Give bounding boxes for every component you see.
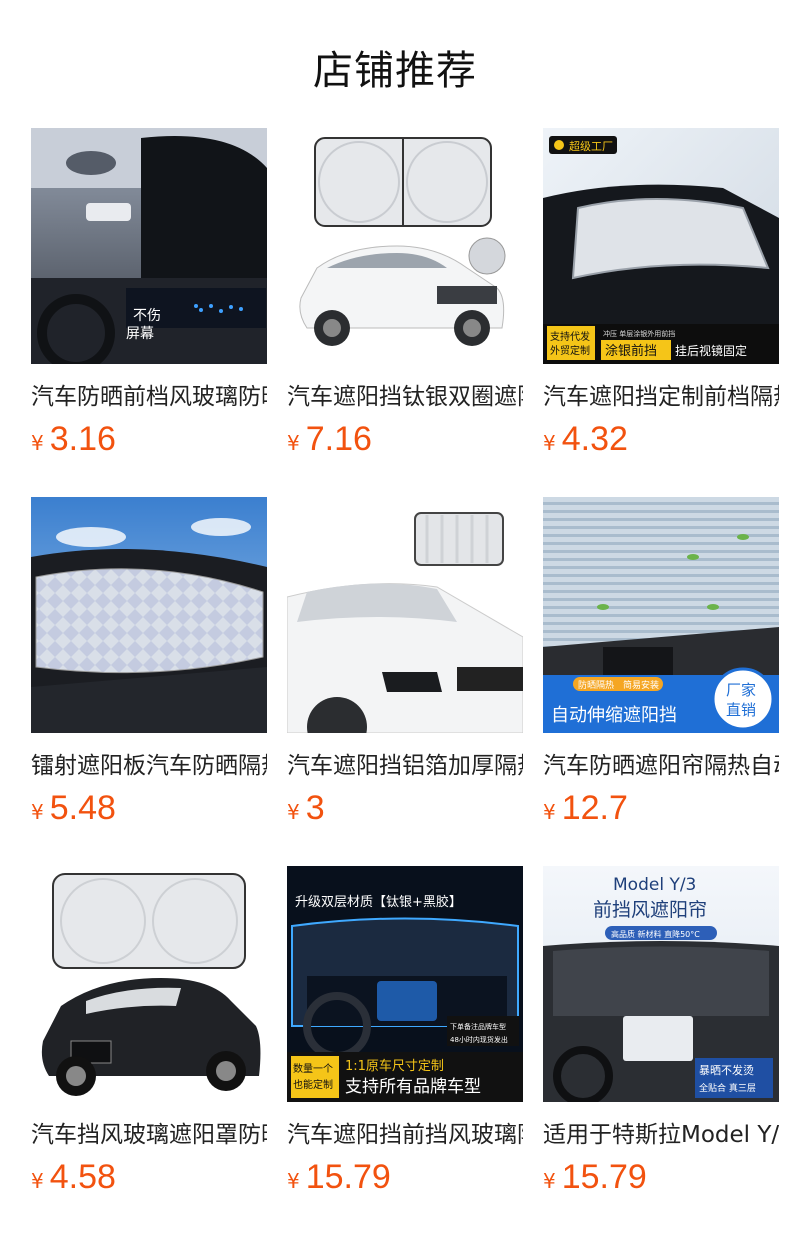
overlay-text: 挂后视镜固定 <box>675 343 747 358</box>
overlay-text: 前挡风遮阳帘 <box>593 899 707 921</box>
product-card[interactable]: 防晒隔热 简易安装 自动伸缩遮阳挡 厂家 直销 汽车防晒遮阳帘隔热自动伸缩 ¥1… <box>543 497 779 830</box>
product-name[interactable]: 汽车遮阳挡钛银双圈遮阳板 <box>287 381 523 413</box>
product-price: ¥4.32 <box>543 417 779 461</box>
overlay-text: 全贴合 真三层 <box>699 1082 756 1094</box>
overlay-text: 支持所有品牌车型 <box>345 1077 481 1097</box>
overlay-text: 超级工厂 <box>569 139 613 153</box>
price-amount: 3.16 <box>49 420 116 458</box>
product-price: ¥12.7 <box>543 786 779 830</box>
overlay-text: 48小时内现货发出 <box>450 1035 508 1044</box>
currency-symbol: ¥ <box>287 431 300 455</box>
overlay-text: 自动伸缩遮阳挡 <box>551 705 677 726</box>
product-price: ¥4.58 <box>31 1155 267 1199</box>
overlay-text: 也能定制 <box>293 1078 333 1091</box>
product-name[interactable]: 汽车防晒前档风玻璃防晒遮阳 <box>31 381 267 413</box>
currency-symbol: ¥ <box>31 800 44 824</box>
product-name[interactable]: 汽车防晒遮阳帘隔热自动伸缩 <box>543 750 779 782</box>
overlay-text: 1:1原车尺寸定制 <box>345 1058 444 1074</box>
overlay-text: 冲压 单层涂银外用前挡 <box>603 329 675 338</box>
price-amount: 15.79 <box>561 1158 647 1196</box>
overlay-text: 简易安装 <box>623 679 659 691</box>
price-amount: 3 <box>305 789 325 827</box>
price-amount: 4.32 <box>561 420 628 458</box>
currency-symbol: ¥ <box>543 800 556 824</box>
product-image[interactable]: 不伤 屏幕 <box>31 128 267 364</box>
product-name[interactable]: 汽车遮阳挡定制前档隔热 <box>543 381 779 413</box>
currency-symbol: ¥ <box>31 1169 44 1193</box>
overlay-text: 高品质 新材料 直降50°C <box>611 929 700 939</box>
price-amount: 7.16 <box>305 420 372 458</box>
product-grid: 不伤 屏幕 汽车防晒前档风玻璃防晒遮阳 ¥3.16 汽车遮阳挡钛银双圈 <box>0 0 790 1236</box>
product-image[interactable]: Model Y/3 前挡风遮阳帘 高品质 新材料 直降50°C 暴晒不发烫 全贴… <box>543 866 779 1102</box>
currency-symbol: ¥ <box>543 431 556 455</box>
product-name[interactable]: 镭射遮阳板汽车防晒隔热 <box>31 750 267 782</box>
overlay-text: 不伤 <box>133 308 161 324</box>
product-name[interactable]: 汽车遮阳挡铝箔加厚隔热 <box>287 750 523 782</box>
product-card[interactable]: 不伤 屏幕 汽车防晒前档风玻璃防晒遮阳 ¥3.16 <box>31 128 267 461</box>
product-card[interactable]: Model Y/3 前挡风遮阳帘 高品质 新材料 直降50°C 暴晒不发烫 全贴… <box>543 866 779 1199</box>
overlay-text: 外贸定制 <box>550 344 590 357</box>
product-image[interactable] <box>287 128 523 364</box>
overlay-text: 下单备注品牌车型 <box>450 1022 506 1031</box>
product-price: ¥15.79 <box>543 1155 779 1199</box>
product-image[interactable]: 升级双层材质【钛银+黑胶】 下单备注品牌车型 48小时内现货发出 数量一个 也能… <box>287 866 523 1102</box>
product-price: ¥3.16 <box>31 417 267 461</box>
product-image[interactable] <box>287 497 523 733</box>
price-amount: 15.79 <box>305 1158 391 1196</box>
product-name[interactable]: 汽车挡风玻璃遮阳罩防晒 <box>31 1119 267 1151</box>
price-amount: 12.7 <box>561 789 628 827</box>
overlay-text: 数量一个 <box>293 1062 333 1075</box>
overlay-text: 支持代发 <box>550 330 590 343</box>
product-image[interactable]: 超级工厂 支持代发 外贸定制 冲压 单层涂银外用前挡 涂银前挡 挂后视镜固定 <box>543 128 779 364</box>
product-card[interactable]: 镭射遮阳板汽车防晒隔热 ¥5.48 <box>31 497 267 830</box>
product-card[interactable]: 汽车遮阳挡铝箔加厚隔热 ¥3 <box>287 497 523 830</box>
product-price: ¥7.16 <box>287 417 523 461</box>
currency-symbol: ¥ <box>31 431 44 455</box>
product-image[interactable] <box>31 497 267 733</box>
price-amount: 5.48 <box>49 789 116 827</box>
overlay-text: 升级双层材质【钛银+黑胶】 <box>295 894 462 910</box>
product-name[interactable]: 适用于特斯拉Model Y/3遮阳帘 <box>543 1119 779 1151</box>
product-price: ¥15.79 <box>287 1155 523 1199</box>
product-name[interactable]: 汽车遮阳挡前挡风玻璃防晒 <box>287 1119 523 1151</box>
overlay-text: 暴晒不发烫 <box>699 1063 754 1077</box>
product-card[interactable]: 超级工厂 支持代发 外贸定制 冲压 单层涂银外用前挡 涂银前挡 挂后视镜固定 汽… <box>543 128 779 461</box>
product-image[interactable] <box>31 866 267 1102</box>
product-card[interactable]: 升级双层材质【钛银+黑胶】 下单备注品牌车型 48小时内现货发出 数量一个 也能… <box>287 866 523 1199</box>
currency-symbol: ¥ <box>543 1169 556 1193</box>
currency-symbol: ¥ <box>287 800 300 824</box>
product-image[interactable]: 防晒隔热 简易安装 自动伸缩遮阳挡 厂家 直销 <box>543 497 779 733</box>
product-price: ¥3 <box>287 786 523 830</box>
price-amount: 4.58 <box>49 1158 116 1196</box>
currency-symbol: ¥ <box>287 1169 300 1193</box>
overlay-text: Model Y/3 <box>613 875 696 895</box>
product-card[interactable]: 汽车挡风玻璃遮阳罩防晒 ¥4.58 <box>31 866 267 1199</box>
overlay-text: 直销 <box>726 701 756 719</box>
product-card[interactable]: 汽车遮阳挡钛银双圈遮阳板 ¥7.16 <box>287 128 523 461</box>
overlay-text: 防晒隔热 <box>578 679 614 691</box>
product-price: ¥5.48 <box>31 786 267 830</box>
overlay-text: 屏幕 <box>126 326 154 342</box>
overlay-text: 厂家 <box>726 681 756 699</box>
overlay-text: 涂银前挡 <box>605 343 657 359</box>
